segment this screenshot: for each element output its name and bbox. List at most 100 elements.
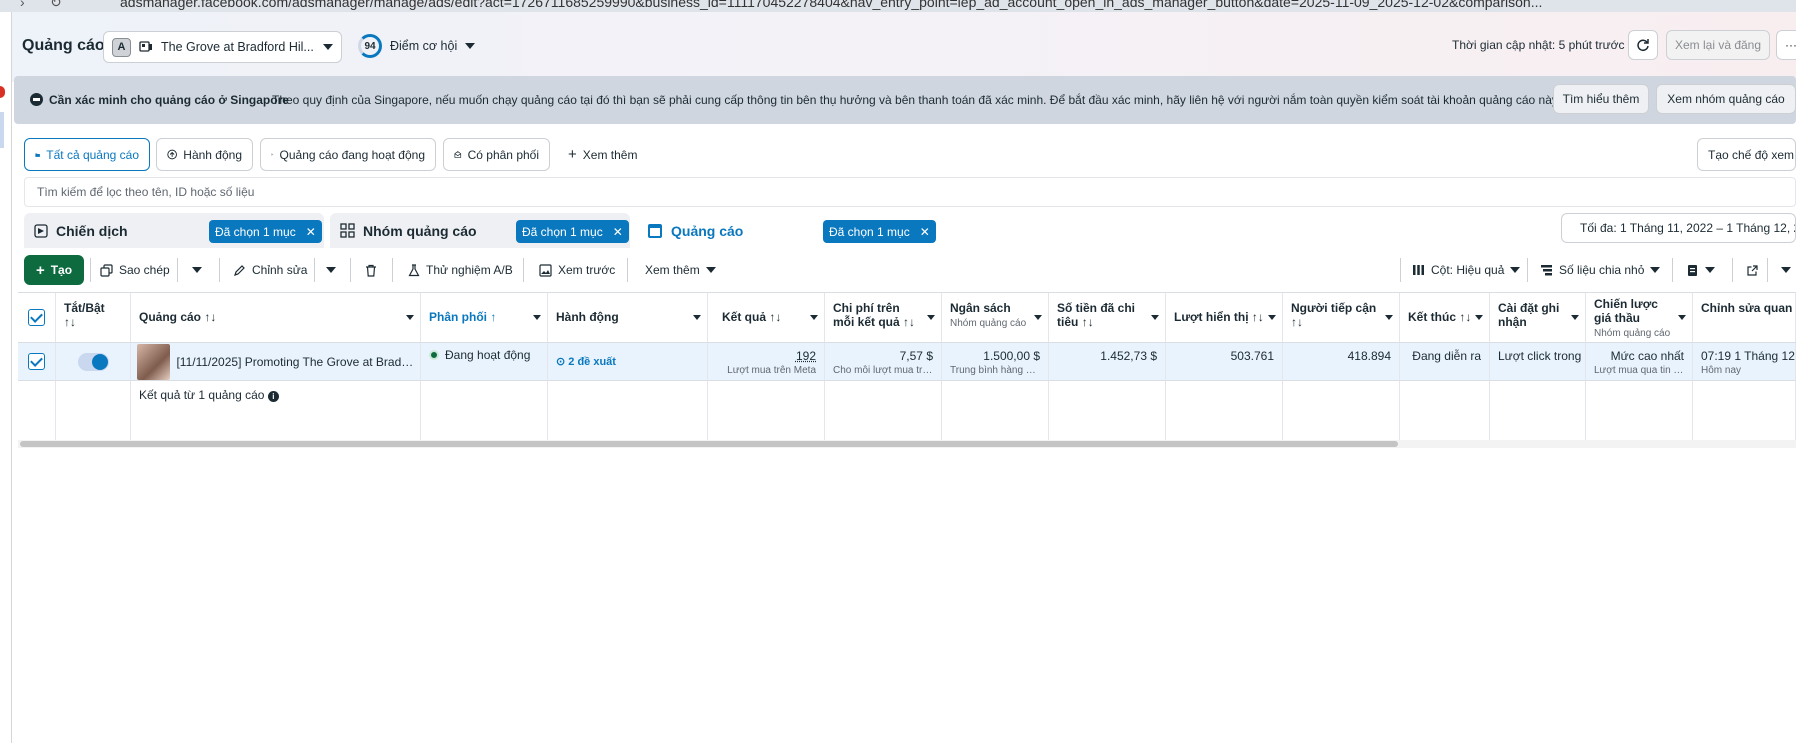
close-icon[interactable]: ✕ [920,225,930,239]
sort-icon[interactable]: ↑↓ [1291,315,1303,329]
export-dropdown[interactable] [1773,255,1796,285]
header-spent[interactable]: Số tiền đã chi tiêu ↑↓ [1049,293,1166,343]
account-selector[interactable]: A The Grove at Bradford Hil... [103,31,342,63]
tab-campaigns[interactable]: Chiến dịch [24,213,138,248]
date-range-picker[interactable]: Tối đa: 1 Tháng 11, 2022 – 1 Tháng 12, 2… [1561,213,1796,243]
duplicate-button[interactable]: Sao chép [92,255,178,285]
chevron-down-icon[interactable] [693,315,701,320]
close-icon[interactable]: ✕ [613,225,623,239]
opportunity-score[interactable]: 94 Điểm cơ hội [358,34,476,58]
header-impressions[interactable]: Lượt hiển thị ↑↓ [1166,293,1283,343]
chevron-down-icon[interactable] [533,315,541,320]
filter-all-ads[interactable]: Tất cả quảng cáo [24,138,150,171]
info-icon[interactable]: i [267,391,279,402]
row-budget-cell[interactable]: 1.500,00 $ Trung bình hàng ngày [942,343,1049,381]
more-options-button[interactable]: ··· [1776,30,1796,60]
header-reach[interactable]: Người tiếp cận ↑↓ [1283,293,1400,343]
row-checkbox-cell[interactable] [18,343,56,381]
header-select-all[interactable] [18,293,56,343]
sort-icon[interactable]: ↑↓ [64,315,76,329]
export-button[interactable] [1738,255,1767,285]
edit-label: Chỉnh sửa [252,263,308,277]
row-actions-cell[interactable]: ⊙ 2 đề xuất [548,343,708,381]
chevron-down-icon[interactable] [1385,315,1393,320]
search-input[interactable]: Tìm kiếm để lọc theo tên, ID hoặc số liệ… [24,177,1796,207]
filter-active-ads[interactable]: Quảng cáo đang hoạt động [260,138,436,171]
header-ends[interactable]: Kết thúc ↑↓ [1400,293,1490,343]
header-budget[interactable]: Ngân sách Nhóm quảng cáo [942,293,1049,343]
sort-icon[interactable]: ↑↓ [1459,310,1471,324]
columns-button[interactable]: Cột: Hiệu quả [1404,255,1528,285]
page-title: Quảng cáo [22,37,105,54]
ad-thumbnail[interactable] [137,343,171,380]
create-view-button[interactable]: Tạo chế độ xem [1697,138,1796,171]
filter-see-more-label: Xem thêm [582,147,638,162]
chevron-down-icon[interactable] [1268,315,1276,320]
breakdown-button[interactable]: Số liệu chia nhỏ [1532,255,1668,285]
toolbar-more-button[interactable]: Xem thêm [637,255,724,285]
chevron-down-icon[interactable] [1151,315,1159,320]
reports-button[interactable] [1678,255,1723,285]
reload-icon[interactable]: ↻ [50,0,62,11]
header-bid[interactable]: Chiến lược giá thầu Nhóm quảng cáo [1586,293,1693,343]
row-checkbox[interactable] [28,353,45,370]
divider [627,258,628,282]
header-attribution[interactable]: Cài đặt ghi nhận [1490,293,1586,343]
filter-delivering[interactable]: Có phân phối [443,138,550,171]
filter-actions[interactable]: Hành động [156,138,253,171]
header-toggle[interactable]: Tắt/Bật ↑↓ [56,293,131,343]
header-results[interactable]: Kết quả ↑↓ [708,293,825,343]
sort-icon[interactable]: ↑↓ [1252,310,1264,324]
header-delivery[interactable]: Phân phối ↑ [421,293,548,343]
create-button[interactable]: + Tạo [24,255,84,285]
sort-asc-icon[interactable]: ↑ [490,310,496,324]
view-adsets-button[interactable]: Xem nhóm quảng cáo [1656,84,1796,114]
header-last-edit[interactable]: Chỉnh sửa quan trọng nhất [1693,293,1796,343]
horizontal-scrollbar[interactable] [20,441,1398,447]
campaigns-selected-chip[interactable]: Đã chọn 1 mục ✕ [209,220,322,243]
last-updated: Thời gian cập nhật: 5 phút trước [1452,38,1625,52]
results-value[interactable]: 192 [796,349,816,363]
preview-button[interactable]: Xem trước [531,255,623,285]
chevron-down-icon[interactable] [927,315,935,320]
delete-button[interactable] [357,255,385,285]
folder-icon [35,152,40,157]
header-ad[interactable]: Quảng cáo ↑↓ [131,293,421,343]
chevron-down-icon[interactable] [1571,315,1579,320]
header-actions[interactable]: Hành động [548,293,708,343]
sort-icon[interactable]: ↑↓ [204,310,216,324]
chevron-down-icon[interactable] [1678,315,1686,320]
browser-url-bar[interactable]: › ↻ adsmanager.facebook.com/adsmanager/m… [0,0,1796,12]
ab-test-button[interactable]: Thử nghiệm A/B [400,255,521,285]
close-icon[interactable]: ✕ [306,225,316,239]
review-publish-button[interactable]: Xem lại và đăng [1666,30,1770,60]
budget-value[interactable]: 1.500,00 $ [983,349,1040,363]
sort-icon[interactable]: ↑↓ [1082,315,1094,329]
filter-see-more[interactable]: + Xem thêm [558,138,648,171]
edit-button[interactable]: Chỉnh sửa [225,255,315,285]
adsets-selected-chip[interactable]: Đã chọn 1 mục ✕ [516,220,629,243]
header-cpr[interactable]: Chi phí trên mỗi kết quả ↑↓ [825,293,942,343]
chevron-down-icon [323,44,333,50]
row-toggle-cell[interactable] [56,343,131,381]
sort-icon[interactable]: ↑↓ [769,310,781,324]
edit-dropdown[interactable] [318,255,344,285]
ad-name[interactable]: [11/11/2025] Promoting The Grove at Brad… [176,355,414,369]
learn-more-button[interactable]: Tìm hiểu thêm [1553,84,1649,114]
bid-value: Mức cao nhất [1610,349,1684,363]
chevron-down-icon[interactable] [406,315,414,320]
back-icon[interactable]: › [20,0,25,10]
ads-selected-chip[interactable]: Đã chọn 1 mục ✕ [823,220,936,243]
select-all-checkbox[interactable] [28,309,45,326]
chevron-down-icon[interactable] [1034,315,1042,320]
chevron-down-icon[interactable] [810,315,818,320]
recommendations-link[interactable]: ⊙ 2 đề xuất [556,356,616,368]
row-ad-name-cell[interactable]: [11/11/2025] Promoting The Grove at Brad… [131,343,421,381]
sort-icon[interactable]: ↑↓ [903,315,915,329]
ad-toggle[interactable] [77,352,109,371]
chevron-down-icon[interactable] [1475,315,1483,320]
tab-ads[interactable]: Quảng cáo [637,213,753,248]
tab-adsets[interactable]: Nhóm quảng cáo [330,213,487,248]
refresh-button[interactable] [1628,30,1658,60]
duplicate-dropdown[interactable] [184,255,210,285]
